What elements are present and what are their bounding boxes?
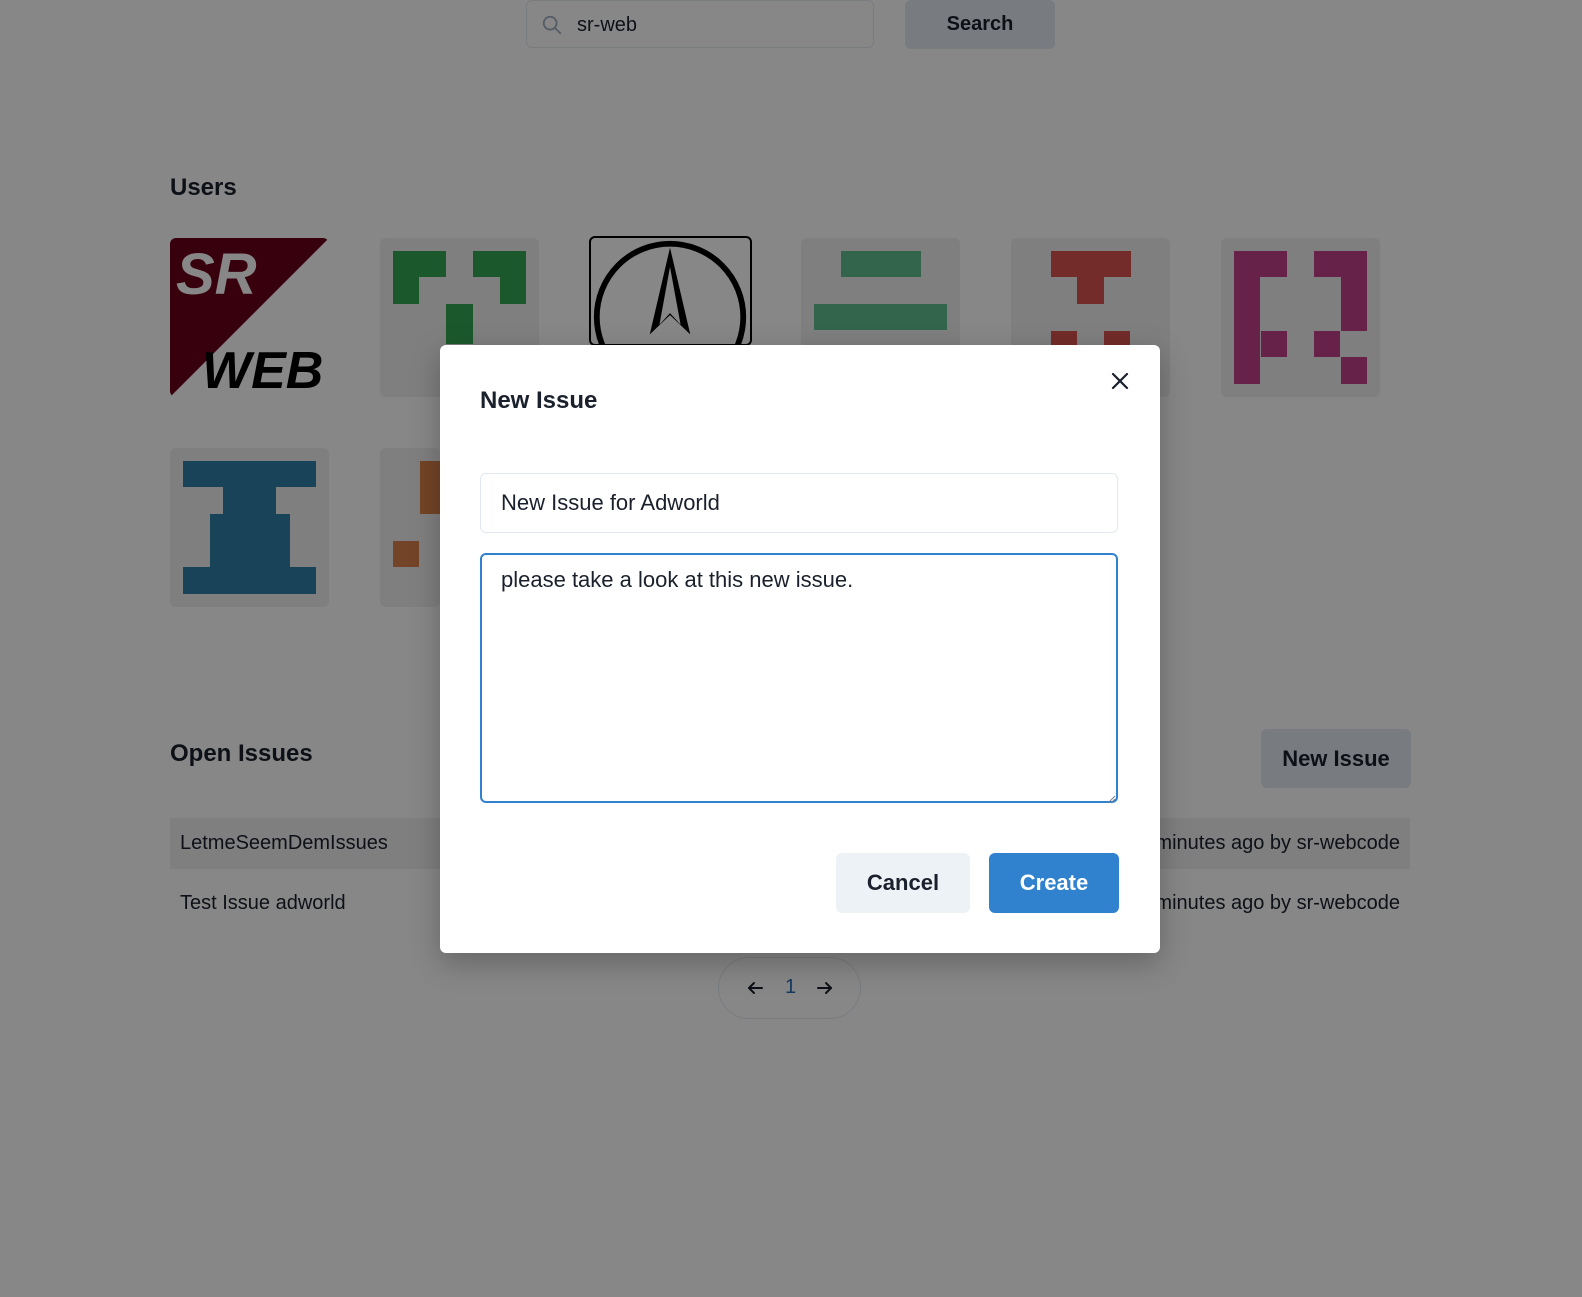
issue-title-input[interactable] bbox=[480, 473, 1118, 533]
page: Search Users SR WEB bbox=[0, 0, 1582, 1297]
create-button[interactable]: Create bbox=[989, 853, 1119, 913]
new-issue-modal: New Issue please take a look at this new… bbox=[440, 345, 1160, 953]
resize-handle-icon[interactable] bbox=[1106, 791, 1116, 804]
issue-body-textarea[interactable]: please take a look at this new issue. bbox=[480, 553, 1118, 803]
cancel-button[interactable]: Cancel bbox=[836, 853, 970, 913]
modal-title: New Issue bbox=[480, 387, 598, 414]
close-icon[interactable] bbox=[1104, 365, 1136, 397]
